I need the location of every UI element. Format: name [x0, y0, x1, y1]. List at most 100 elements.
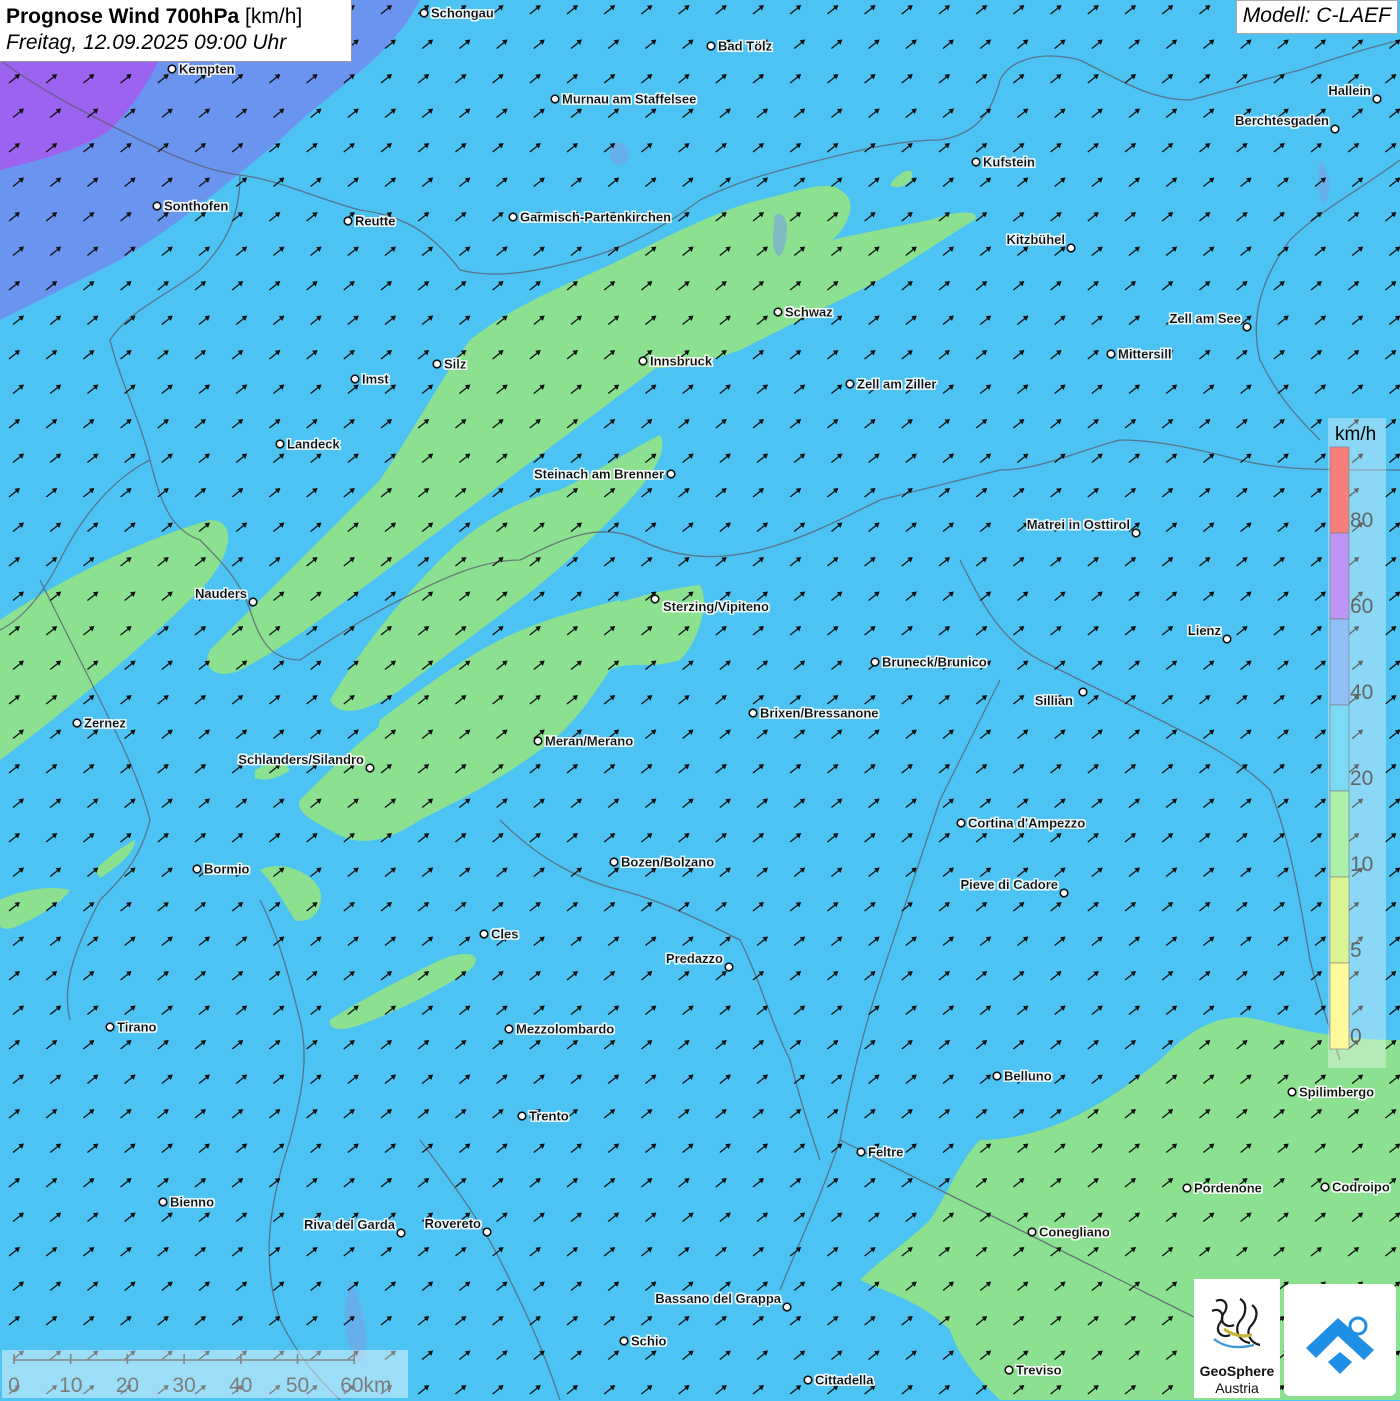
city-marker [419, 8, 429, 18]
city[interactable]: Kempten [167, 62, 235, 77]
city[interactable]: Meran/Merano [533, 734, 633, 749]
city-label: Nauders [195, 586, 247, 601]
city[interactable]: Bad Tölz [706, 39, 773, 54]
city-label: Bad Tölz [718, 39, 773, 54]
city-label: Imst [362, 372, 389, 387]
city-marker [609, 857, 619, 867]
city[interactable]: Codroipo [1320, 1180, 1390, 1195]
city-marker [1330, 124, 1340, 134]
city-label: Murnau am Staffelsee [562, 92, 696, 107]
city[interactable]: Brixen/Bressanone [748, 706, 879, 721]
wind-map[interactable]: 806040201050 0 10 20 30 40 50 60km SchongauKem… [0, 0, 1400, 1400]
city-label: Kitzbühel [1007, 232, 1066, 247]
city-label: Spilimbergo [1299, 1085, 1374, 1100]
city-label: Pordenone [1194, 1181, 1262, 1196]
city-label: Bozen/Bolzano [621, 855, 714, 870]
model-label: Modell: C-LAEF [1235, 0, 1398, 34]
city-label: Lienz [1188, 623, 1222, 638]
city-label: Meran/Merano [545, 734, 633, 749]
city-label: Belluno [1004, 1069, 1052, 1084]
city[interactable]: Zell am Ziller [845, 377, 936, 392]
city-marker [152, 201, 162, 211]
city-marker [504, 1024, 514, 1034]
city-marker [1131, 528, 1141, 538]
forecast-datetime: Freitag, 12.09.2025 09:00 Uhr [6, 31, 287, 54]
city-marker [845, 379, 855, 389]
app-logo[interactable] [1284, 1284, 1396, 1396]
city-marker [748, 708, 758, 718]
city[interactable]: Mezzolombardo [504, 1022, 614, 1037]
city-label: Zell am Ziller [857, 377, 936, 392]
title-panel: Prognose Wind 700hPa [km/h] Freitag, 12.… [0, 0, 352, 62]
city-marker [365, 763, 375, 773]
city[interactable]: Pordenone [1182, 1181, 1262, 1196]
city-label: Garmisch-Partenkirchen [520, 210, 671, 225]
app-logo-icon [1306, 1316, 1374, 1374]
city-marker [1004, 1365, 1014, 1375]
city-label: Cittadella [815, 1373, 874, 1388]
city-label: Bruneck/Brunico [882, 655, 987, 670]
city-marker [343, 216, 353, 226]
city-marker [1242, 322, 1252, 332]
city-label: Sonthofen [164, 199, 228, 214]
city-marker [533, 736, 543, 746]
city-marker [432, 359, 442, 369]
city-marker [1287, 1087, 1297, 1097]
scale-bar-panel [2, 1350, 408, 1398]
city[interactable]: Murnau am Staffelsee [550, 92, 696, 107]
city[interactable]: Sterzing/Vipiteno [650, 594, 769, 614]
city-marker [1078, 687, 1088, 697]
city-label: Bassano del Grappa [655, 1291, 781, 1306]
city-marker [856, 1147, 866, 1157]
city-marker [158, 1197, 168, 1207]
city-marker [482, 1227, 492, 1237]
city[interactable]: Garmisch-Partenkirchen [508, 210, 671, 225]
city-marker [248, 597, 258, 607]
city-label: Berchtesgaden [1235, 113, 1329, 128]
city[interactable]: Conegliano [1027, 1225, 1110, 1240]
city-label: Conegliano [1039, 1225, 1110, 1240]
city[interactable]: Bruneck/Brunico [870, 655, 987, 670]
city-marker [1182, 1183, 1192, 1193]
city-marker [350, 374, 360, 384]
city-marker [275, 439, 285, 449]
city-label: Steinach am Brenner [534, 467, 664, 482]
city[interactable]: Steinach am Brenner [534, 467, 676, 482]
city-marker [956, 818, 966, 828]
city-marker [803, 1375, 813, 1385]
city-label: Cortina d'Ampezzo [968, 816, 1085, 831]
city-marker [619, 1336, 629, 1346]
city-label: Kempten [179, 62, 235, 77]
city-marker [638, 356, 648, 366]
city-marker [192, 864, 202, 874]
legend-unit: km/h [1335, 424, 1377, 445]
legend-panel [1328, 418, 1386, 1068]
city[interactable]: Sonthofen [152, 199, 228, 214]
city-label: Sterzing/Vipiteno [663, 599, 769, 614]
city-marker [517, 1111, 527, 1121]
city-label: Hallein [1328, 83, 1371, 98]
city-label: Mittersill [1118, 347, 1171, 362]
city[interactable]: Schongau [419, 6, 494, 21]
city-label: Brixen/Bressanone [760, 706, 879, 721]
city-marker [1027, 1227, 1037, 1237]
map-title: Prognose Wind 700hPa [km/h] [6, 4, 345, 30]
city-label: Tirano [117, 1020, 157, 1035]
city[interactable]: Cortina d'Ampezzo [956, 816, 1085, 831]
city-label: Mezzolombardo [516, 1022, 614, 1037]
city-label: Bormio [204, 862, 250, 877]
city[interactable]: Bozen/Bolzano [609, 855, 714, 870]
city-label: Sillian [1035, 693, 1073, 708]
geosphere-logo[interactable]: GeoSphere Austria [1194, 1279, 1280, 1398]
city[interactable]: Spilimbergo [1287, 1085, 1374, 1100]
city-marker [550, 94, 560, 104]
city[interactable]: Cittadella [803, 1373, 874, 1388]
city-label: Cles [491, 927, 518, 942]
title-bold: Prognose Wind 700hPa [6, 5, 240, 28]
city-marker [1320, 1182, 1330, 1192]
city[interactable]: Innsbruck [638, 354, 713, 369]
city-marker [971, 157, 981, 167]
logo-name-bold: GeoSphere [1199, 1363, 1275, 1379]
title-unit: [km/h] [245, 5, 303, 28]
city-label: Kufstein [983, 155, 1035, 170]
